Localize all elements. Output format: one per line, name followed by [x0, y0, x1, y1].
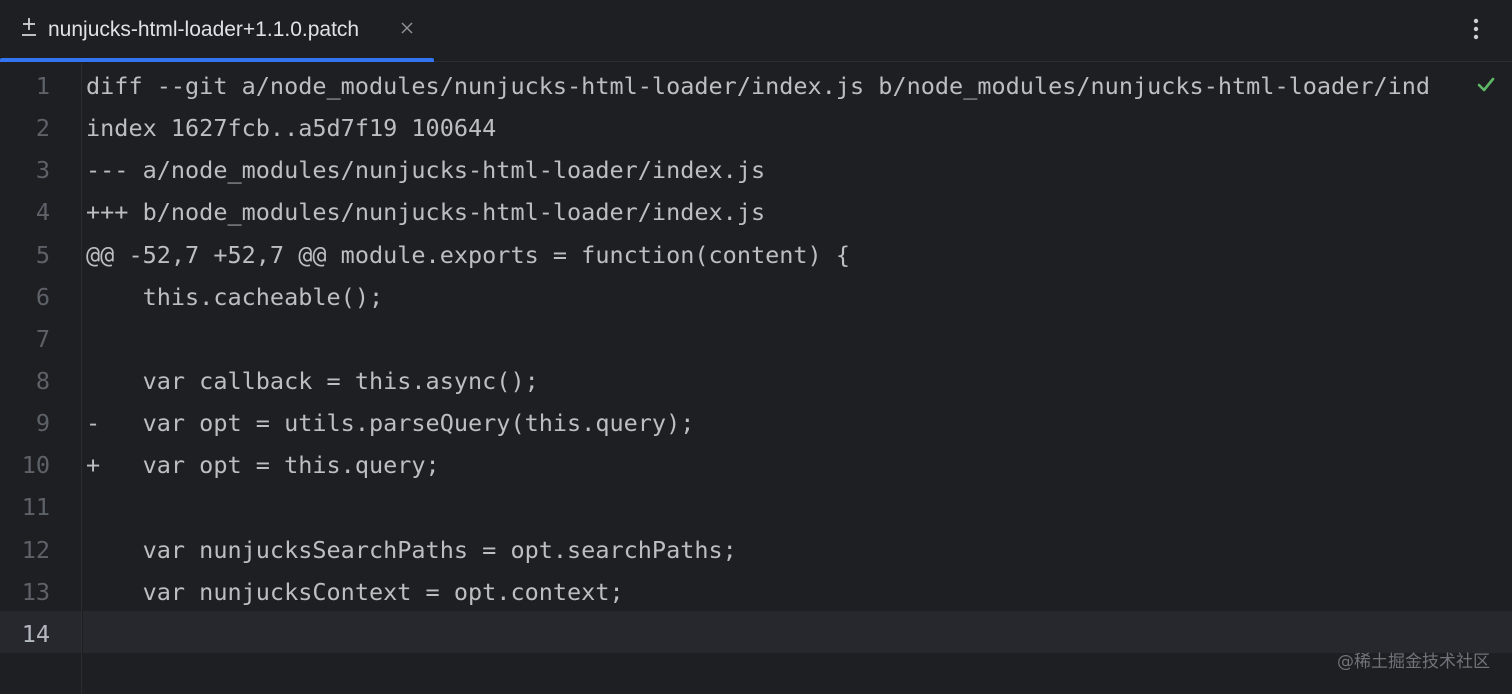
- tab-patch-file[interactable]: nunjucks-html-loader+1.1.0.patch: [0, 0, 434, 62]
- code-line[interactable]: +++ b/node_modules/nunjucks-html-loader/…: [86, 191, 1476, 233]
- code-line[interactable]: index 1627fcb..a5d7f19 100644: [86, 107, 1476, 149]
- code-line[interactable]: - var opt = utils.parseQuery(this.query)…: [86, 402, 1476, 444]
- line-number[interactable]: 2: [0, 107, 82, 149]
- active-tab-indicator: [0, 58, 434, 62]
- code-line[interactable]: diff --git a/node_modules/nunjucks-html-…: [86, 65, 1476, 107]
- checkmark-icon[interactable]: [1476, 75, 1496, 95]
- line-number[interactable]: 12: [0, 529, 82, 571]
- line-number[interactable]: 8: [0, 360, 82, 402]
- line-number[interactable]: 10: [0, 444, 82, 486]
- tab-title: nunjucks-html-loader+1.1.0.patch: [48, 18, 360, 41]
- code-line[interactable]: @@ -52,7 +52,7 @@ module.exports = funct…: [86, 234, 1476, 276]
- line-numbers: 1 2 3 4 5 6 7 8 9 10 11 12 13 14: [0, 65, 82, 655]
- code-lines[interactable]: diff --git a/node_modules/nunjucks-html-…: [86, 65, 1476, 655]
- code-line[interactable]: this.cacheable();: [86, 276, 1476, 318]
- editor-tab-bar: nunjucks-html-loader+1.1.0.patch: [0, 0, 1512, 62]
- code-line[interactable]: [86, 318, 1476, 360]
- code-editor[interactable]: 1 2 3 4 5 6 7 8 9 10 11 12 13 14 diff --git a/node_mo…: [0, 63, 1512, 694]
- patch-file-icon: [20, 16, 38, 38]
- code-line[interactable]: var nunjucksSearchPaths = opt.searchPath…: [86, 529, 1476, 571]
- code-line[interactable]: [86, 613, 1476, 655]
- line-number[interactable]: 3: [0, 149, 82, 191]
- line-number[interactable]: 6: [0, 276, 82, 318]
- code-line[interactable]: --- a/node_modules/nunjucks-html-loader/…: [86, 149, 1476, 191]
- watermark: @稀土掘金技术社区: [1337, 652, 1490, 672]
- close-icon[interactable]: [398, 19, 416, 37]
- line-number[interactable]: 1: [0, 65, 82, 107]
- code-line[interactable]: [86, 486, 1476, 528]
- code-line[interactable]: var nunjucksContext = opt.context;: [86, 571, 1476, 613]
- code-line[interactable]: + var opt = this.query;: [86, 444, 1476, 486]
- line-number[interactable]: 11: [0, 486, 82, 528]
- line-number[interactable]: 4: [0, 191, 82, 233]
- line-number[interactable]: 5: [0, 234, 82, 276]
- more-vertical-icon[interactable]: [1462, 14, 1490, 44]
- line-number[interactable]: 9: [0, 402, 82, 444]
- line-number-gutter[interactable]: 1 2 3 4 5 6 7 8 9 10 11 12 13 14: [0, 63, 82, 694]
- line-number[interactable]: 14: [0, 613, 82, 655]
- line-number[interactable]: 13: [0, 571, 82, 613]
- line-number[interactable]: 7: [0, 318, 82, 360]
- code-line[interactable]: var callback = this.async();: [86, 360, 1476, 402]
